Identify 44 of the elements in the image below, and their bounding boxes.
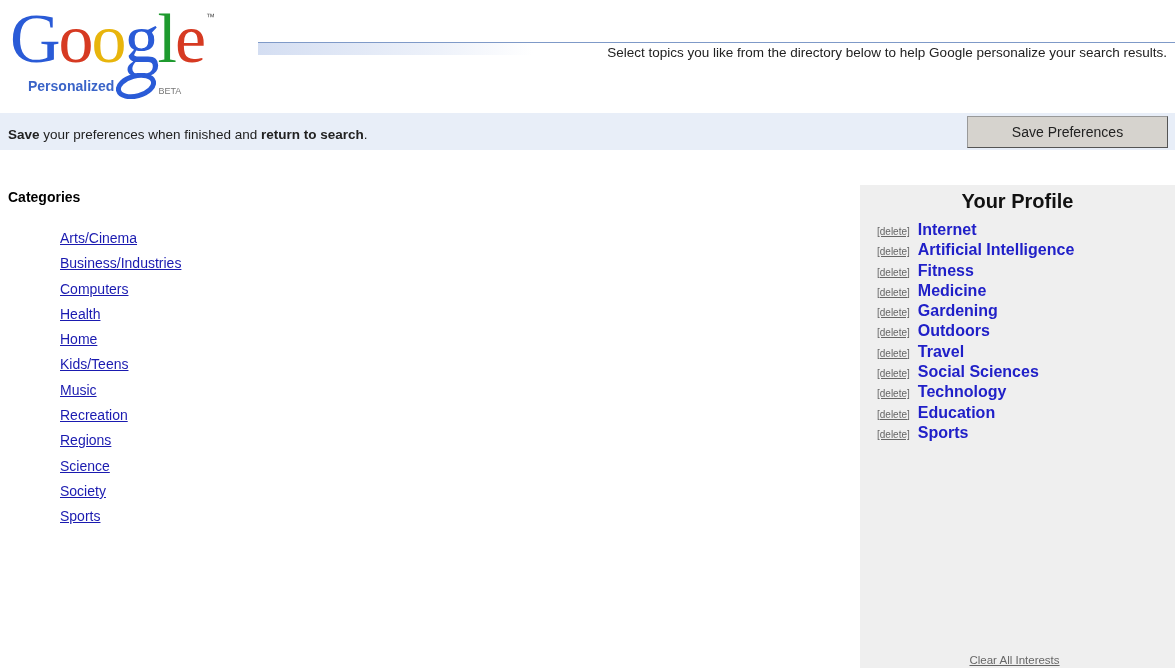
logo-tagline: Personalized bbox=[28, 78, 115, 94]
category-link[interactable]: Recreation bbox=[60, 407, 128, 424]
category-link[interactable]: Home bbox=[60, 331, 98, 348]
interest-link[interactable]: Outdoors bbox=[917, 322, 990, 341]
interest-link[interactable]: Travel bbox=[917, 342, 965, 361]
category-link[interactable]: Music bbox=[60, 381, 97, 398]
delete-link[interactable]: [delete] bbox=[877, 307, 910, 319]
delete-link[interactable]: [delete] bbox=[877, 226, 910, 237]
category-link[interactable]: Kids/Teens bbox=[60, 356, 129, 373]
interest-link[interactable]: Gardening bbox=[917, 302, 998, 321]
interest-link[interactable]: Sports bbox=[917, 423, 969, 442]
beta-label: BETA bbox=[158, 86, 182, 96]
delete-link[interactable]: [delete] bbox=[877, 286, 910, 298]
categories-heading: Categories bbox=[8, 189, 82, 205]
trademark-sign: ™ bbox=[206, 12, 216, 22]
category-link[interactable]: Health bbox=[60, 305, 101, 322]
delete-link[interactable]: [delete] bbox=[877, 368, 910, 380]
delete-link[interactable]: [delete] bbox=[877, 246, 910, 258]
profile-heading: Your Profile bbox=[960, 190, 1075, 213]
interest-link[interactable]: Social Sciences bbox=[917, 363, 1039, 382]
category-link[interactable]: Arts/Cinema bbox=[60, 230, 138, 246]
save-preferences-button[interactable]: Save Preferences bbox=[967, 115, 1168, 148]
category-link[interactable]: Science bbox=[60, 457, 110, 474]
delete-link[interactable]: [delete] bbox=[877, 266, 910, 278]
interest-link[interactable]: Fitness bbox=[917, 261, 974, 280]
delete-link[interactable]: [delete] bbox=[877, 347, 910, 359]
save-message: Save your preferences when finished and return to search. bbox=[8, 127, 368, 142]
delete-link[interactable]: [delete] bbox=[877, 327, 910, 339]
delete-link[interactable]: [delete] bbox=[877, 428, 910, 440]
interest-link[interactable]: Medicine bbox=[917, 281, 987, 300]
category-link[interactable]: Computers bbox=[60, 280, 129, 297]
intro-text: Select topics you like from the directory below to help Google personalize your search results. bbox=[607, 45, 1168, 60]
clear-interests-link[interactable]: Clear All Interests bbox=[969, 654, 1060, 666]
category-link[interactable]: Regions bbox=[60, 432, 112, 449]
category-link[interactable]: Society bbox=[60, 482, 106, 499]
interest-link[interactable]: Education bbox=[917, 403, 996, 422]
interest-link[interactable]: Artificial Intelligence bbox=[917, 241, 1075, 260]
delete-link[interactable]: [delete] bbox=[877, 408, 910, 420]
swirl-icon bbox=[116, 73, 157, 99]
interest-link[interactable]: Internet bbox=[917, 221, 977, 239]
interest-link[interactable]: Technology bbox=[917, 383, 1007, 402]
category-link[interactable]: Sports bbox=[60, 508, 101, 525]
delete-link[interactable]: [delete] bbox=[877, 388, 910, 400]
category-link[interactable]: Business/Industries bbox=[60, 255, 182, 272]
